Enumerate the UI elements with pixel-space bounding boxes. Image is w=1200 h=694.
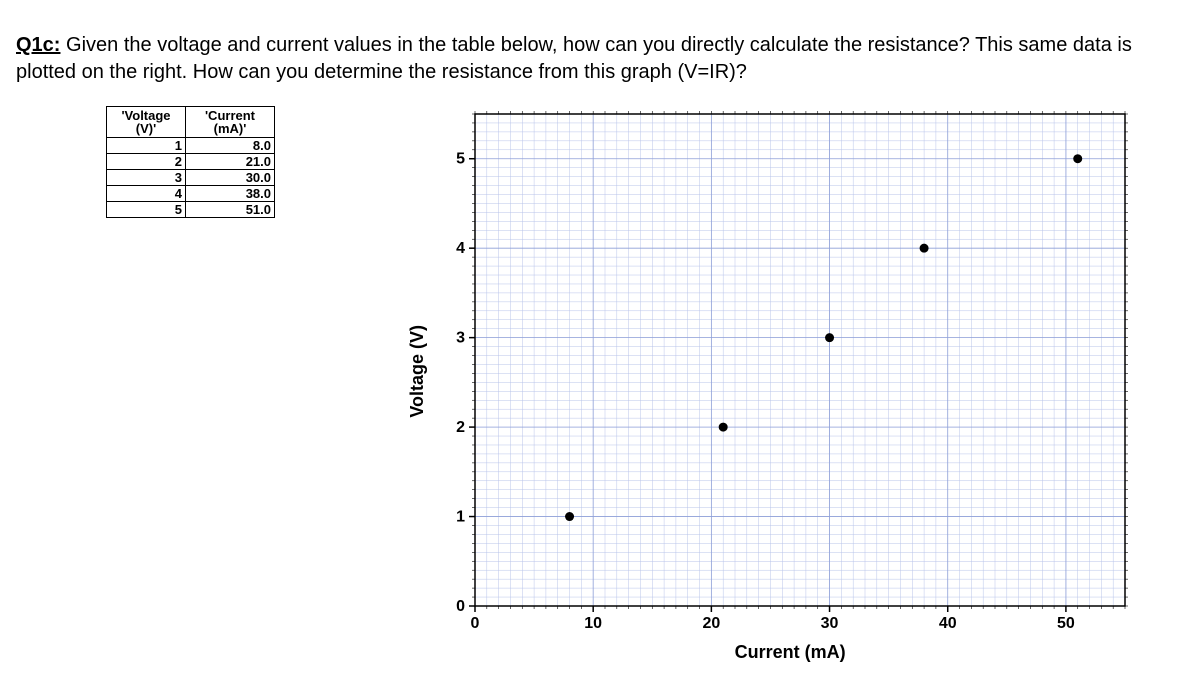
cell-current: 51.0 — [186, 202, 275, 218]
question-label: Q1c: — [16, 34, 60, 56]
svg-text:1: 1 — [456, 509, 465, 526]
cell-voltage: 4 — [107, 186, 186, 202]
question-text: Q1c: Given the voltage and current value… — [16, 32, 1184, 86]
cell-voltage: 5 — [107, 202, 186, 218]
col-header-current: 'Current (mA)' — [186, 107, 275, 138]
col-header-voltage: 'Voltage (V)' — [107, 107, 186, 138]
table-row: 5 51.0 — [107, 202, 275, 218]
svg-text:40: 40 — [939, 615, 957, 632]
svg-text:0: 0 — [471, 615, 480, 632]
x-axis-label: Current (mA) — [695, 640, 846, 664]
cell-voltage: 1 — [107, 138, 186, 154]
table-row: 1 8.0 — [107, 138, 275, 154]
table-row: 3 30.0 — [107, 170, 275, 186]
table-row: 4 38.0 — [107, 186, 275, 202]
cell-current: 30.0 — [186, 170, 275, 186]
question-body: Given the voltage and current values in … — [16, 34, 1132, 83]
svg-text:50: 50 — [1057, 615, 1075, 632]
svg-text:10: 10 — [585, 615, 603, 632]
data-table-wrap: 'Voltage (V)' 'Current (mA)' 1 8.0 2 21.… — [106, 106, 275, 218]
cell-current: 21.0 — [186, 154, 275, 170]
table-row: 2 21.0 — [107, 154, 275, 170]
data-table: 'Voltage (V)' 'Current (mA)' 1 8.0 2 21.… — [106, 106, 275, 218]
cell-voltage: 2 — [107, 154, 186, 170]
svg-text:4: 4 — [456, 240, 465, 257]
cell-current: 38.0 — [186, 186, 275, 202]
y-axis-label: Voltage (V) — [405, 325, 429, 418]
chart-wrap: Voltage (V) 0 10 20 30 40 50 0 1 2 3 4 5 Current (m… — [405, 106, 1135, 664]
svg-text:20: 20 — [703, 615, 721, 632]
scatter-plot: 0 10 20 30 40 50 0 1 2 3 4 5 — [435, 106, 1135, 636]
svg-text:5: 5 — [456, 151, 465, 168]
cell-voltage: 3 — [107, 170, 186, 186]
svg-text:2: 2 — [456, 419, 465, 436]
cell-current: 8.0 — [186, 138, 275, 154]
svg-text:0: 0 — [456, 598, 465, 615]
svg-text:30: 30 — [821, 615, 839, 632]
content-row: 'Voltage (V)' 'Current (mA)' 1 8.0 2 21.… — [16, 106, 1184, 664]
svg-text:3: 3 — [456, 330, 465, 347]
